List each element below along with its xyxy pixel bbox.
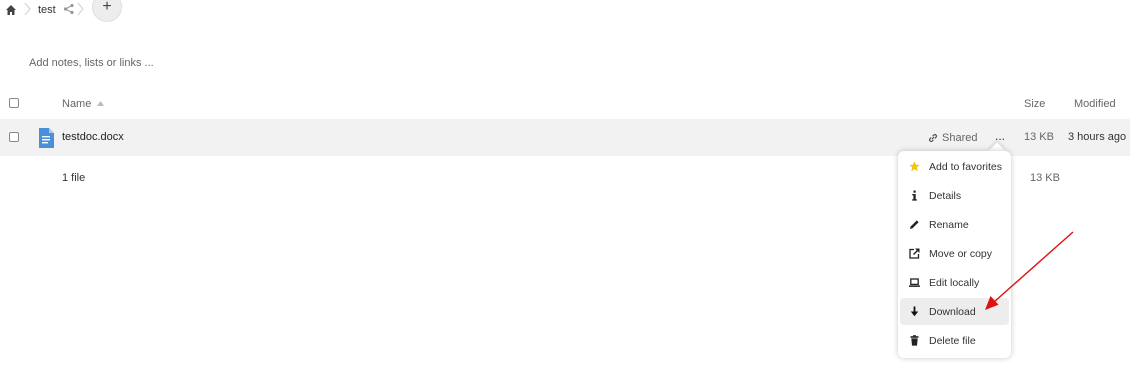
file-size: 13 KB [1024, 131, 1054, 143]
column-header-size[interactable]: Size [1024, 98, 1045, 110]
menu-item-label: Rename [929, 218, 969, 231]
select-all-checkbox[interactable] [9, 98, 19, 108]
star-icon [909, 161, 920, 172]
menu-item-delete-file[interactable]: Delete file [900, 327, 1009, 354]
summary-total-size: 13 KB [1030, 172, 1060, 184]
menu-item-label: Delete file [929, 334, 976, 347]
more-actions-button[interactable]: ... [992, 129, 1008, 143]
files-page: test + Add notes, lists or links ... Nam… [0, 0, 1137, 376]
breadcrumb-separator-icon [24, 2, 31, 16]
menu-item-label: Download [929, 305, 976, 318]
summary-file-count: 1 file [62, 172, 86, 184]
column-header-modified[interactable]: Modified [1074, 98, 1116, 110]
row-checkbox[interactable] [9, 132, 19, 142]
menu-item-label: Details [929, 189, 962, 202]
link-icon [928, 133, 938, 143]
file-actions-menu: Add to favorites Details Rename Move or … [898, 151, 1011, 358]
sort-ascending-icon [97, 101, 104, 106]
breadcrumb-separator-icon [77, 2, 84, 16]
shared-button[interactable]: Shared [928, 131, 977, 145]
shared-label: Shared [942, 132, 978, 144]
home-icon[interactable] [5, 4, 17, 16]
breadcrumb-folder[interactable]: test [38, 4, 56, 16]
notes-placeholder[interactable]: Add notes, lists or links ... [29, 57, 154, 69]
menu-item-download[interactable]: Download [900, 298, 1009, 325]
menu-item-details[interactable]: Details [900, 182, 1009, 209]
external-link-icon [909, 248, 920, 259]
share-icon[interactable] [63, 3, 75, 15]
menu-item-edit-locally[interactable]: Edit locally [900, 269, 1009, 296]
pencil-icon [910, 220, 919, 229]
menu-item-add-to-favorites[interactable]: Add to favorites [900, 153, 1009, 180]
trash-icon [910, 335, 919, 346]
document-icon [39, 128, 54, 148]
laptop-icon [909, 278, 920, 287]
info-icon [912, 190, 917, 201]
menu-item-label: Edit locally [929, 276, 980, 289]
file-modified: 3 hours ago [1068, 131, 1127, 143]
column-header-name[interactable]: Name [62, 98, 91, 110]
menu-item-label: Add to favorites [929, 160, 1002, 173]
file-name[interactable]: testdoc.docx [62, 131, 124, 143]
menu-item-rename[interactable]: Rename [900, 211, 1009, 238]
menu-item-label: Move or copy [929, 247, 993, 260]
menu-item-move-or-copy[interactable]: Move or copy [900, 240, 1009, 267]
download-icon [910, 306, 919, 317]
